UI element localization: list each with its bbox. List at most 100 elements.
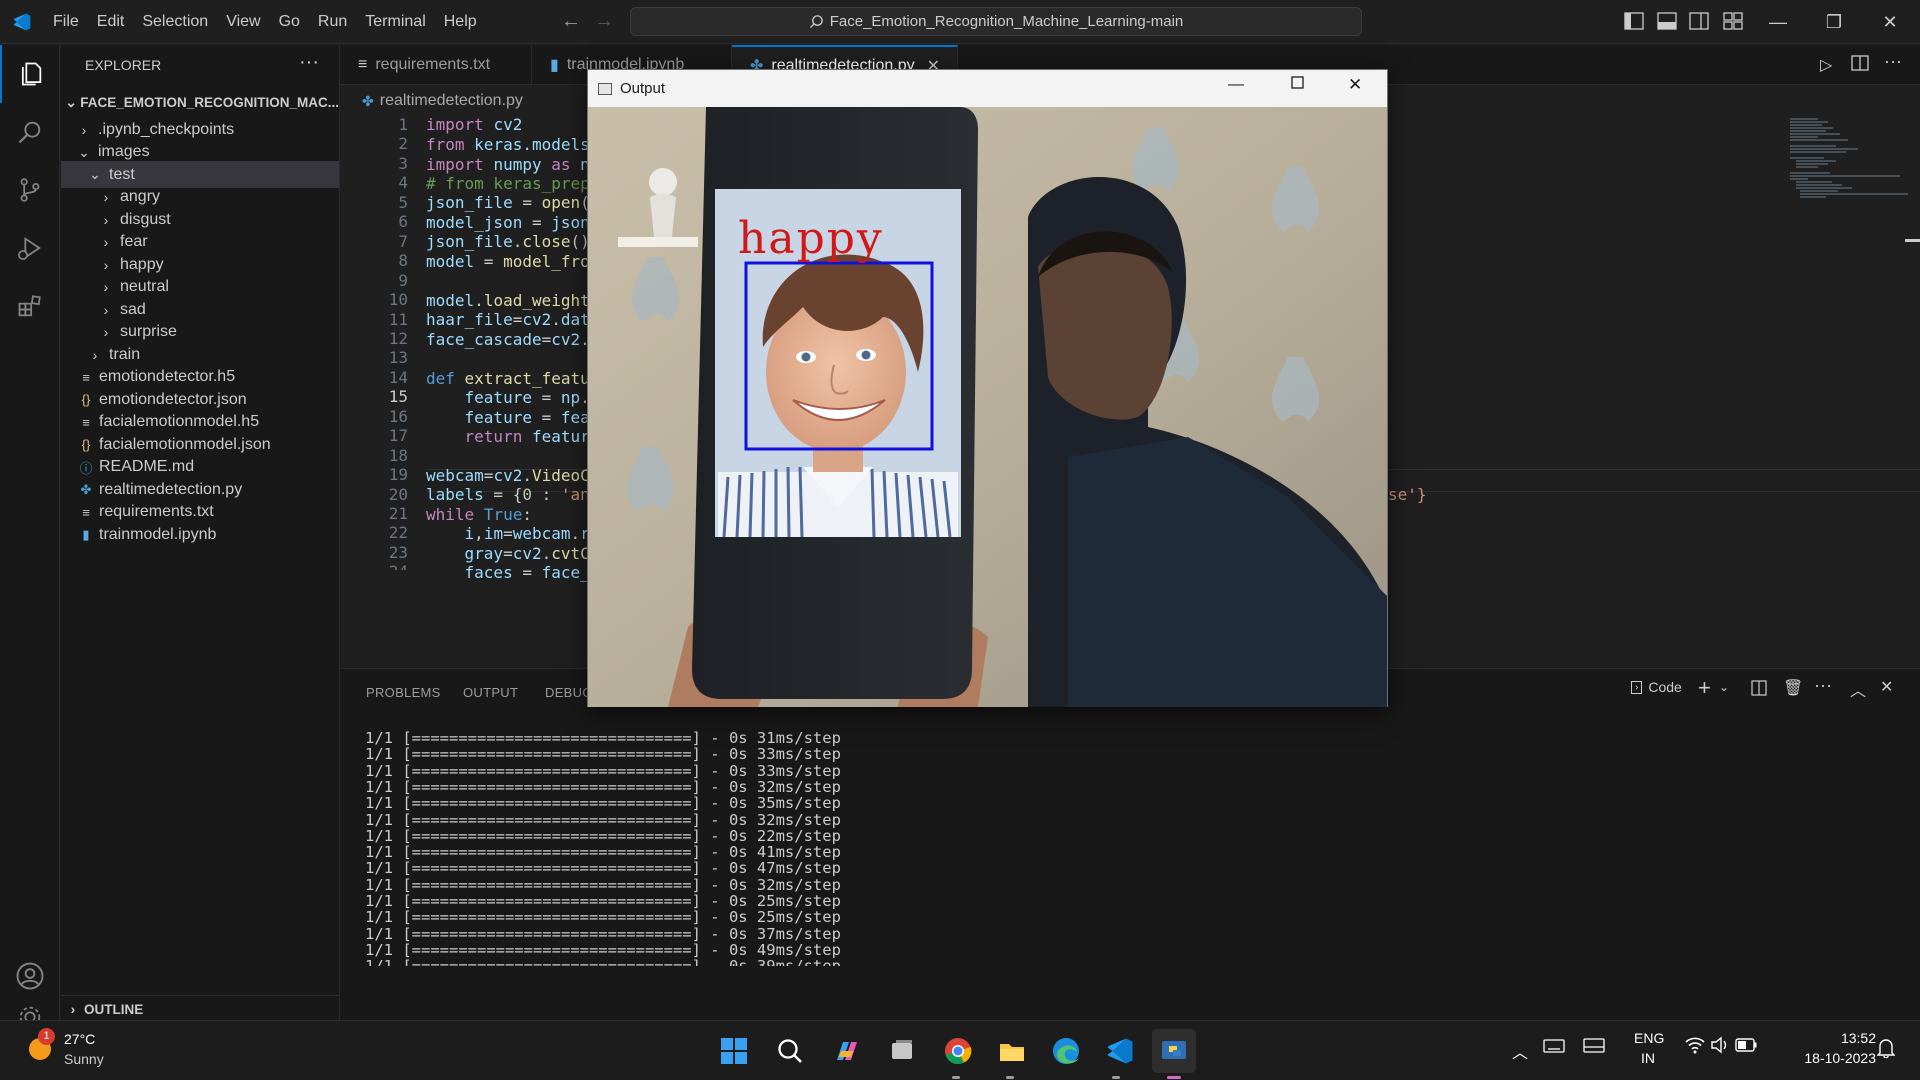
back-arrow-icon[interactable]: ← bbox=[561, 10, 581, 33]
weather-temp[interactable]: 27°C bbox=[64, 1031, 95, 1047]
chevron-right-icon[interactable]: › bbox=[98, 189, 114, 205]
outline-section[interactable]: › OUTLINE bbox=[61, 995, 339, 1022]
settings-gear-icon[interactable] bbox=[0, 1000, 60, 1020]
keyboard-icon[interactable] bbox=[1543, 1038, 1565, 1059]
run-file-icon[interactable]: ▷ bbox=[1820, 55, 1832, 75]
notification-bell-icon[interactable] bbox=[1876, 1038, 1896, 1063]
battery-icon[interactable] bbox=[1735, 1038, 1757, 1057]
code-line-10: model.load_weight bbox=[426, 291, 590, 310]
opencv-output-window[interactable]: Output — ✕ happy bbox=[587, 69, 1388, 707]
menu-help[interactable]: Help bbox=[435, 0, 486, 44]
line-number: 1 bbox=[398, 115, 408, 134]
chevron-right-icon[interactable]: › bbox=[98, 302, 114, 318]
restore-window-icon[interactable]: ❐ bbox=[1806, 0, 1862, 44]
scroll-indicator[interactable] bbox=[1905, 239, 1920, 242]
tab-debug[interactable]: DEBUG bbox=[545, 685, 593, 700]
copilot-icon[interactable] bbox=[824, 1029, 868, 1073]
terminal-selector[interactable]: › Code bbox=[1631, 679, 1682, 695]
line-number: 2 bbox=[398, 134, 408, 154]
volume-icon[interactable] bbox=[1710, 1036, 1730, 1059]
output-maximize-icon[interactable] bbox=[1291, 76, 1304, 94]
maximize-panel-icon[interactable]: ︿ bbox=[1850, 677, 1866, 701]
chevron-right-icon[interactable]: › bbox=[98, 279, 114, 295]
menu-go[interactable]: Go bbox=[270, 0, 309, 44]
output-minimize-icon[interactable]: — bbox=[1228, 76, 1244, 94]
minimap[interactable] bbox=[1788, 117, 1912, 207]
weather-desc[interactable]: Sunny bbox=[64, 1051, 104, 1067]
new-terminal-icon[interactable]: + bbox=[1698, 675, 1711, 701]
code-line-1: import cv2 bbox=[426, 115, 523, 134]
menu-view[interactable]: View bbox=[217, 0, 269, 44]
language-indicator[interactable]: ENG bbox=[1634, 1030, 1664, 1046]
tab-output[interactable]: OUTPUT bbox=[463, 685, 518, 700]
clock-time[interactable]: 13:52 bbox=[1814, 1030, 1876, 1046]
wifi-icon[interactable] bbox=[1685, 1036, 1705, 1059]
tab-problems[interactable]: PROBLEMS bbox=[366, 685, 441, 700]
panel-more-icon[interactable]: ··· bbox=[1814, 675, 1832, 696]
source-control-icon[interactable] bbox=[0, 161, 60, 219]
extensions-icon[interactable] bbox=[0, 277, 60, 335]
terminal-line: 1/1 [==============================] - 0… bbox=[365, 794, 841, 813]
python-file-icon: ✤ bbox=[80, 481, 92, 497]
code-line-6: model_json = json bbox=[426, 213, 590, 232]
command-center-search[interactable]: Face_Emotion_Recognition_Machine_Learnin… bbox=[630, 7, 1362, 36]
menu-run[interactable]: Run bbox=[309, 0, 356, 44]
chevron-down-icon[interactable]: ⌄ bbox=[1719, 680, 1729, 694]
toggle-secondary-sidebar-icon[interactable] bbox=[1689, 12, 1709, 30]
chevron-right-icon[interactable]: › bbox=[98, 212, 114, 228]
chevron-right-icon[interactable]: › bbox=[98, 257, 114, 273]
run-debug-icon[interactable] bbox=[0, 219, 60, 277]
line-number: 20 bbox=[388, 484, 408, 504]
vscode-taskbar-icon[interactable] bbox=[1098, 1029, 1142, 1073]
search-view-icon[interactable] bbox=[0, 103, 60, 161]
customize-layout-icon[interactable] bbox=[1723, 12, 1743, 30]
split-terminal-icon[interactable] bbox=[1751, 680, 1767, 701]
show-hidden-icons-icon[interactable]: ︿ bbox=[1512, 1039, 1528, 1063]
trash-icon[interactable]: 🗑 bbox=[1783, 678, 1803, 698]
tab-requirements[interactable]: ≡ requirements.txt bbox=[340, 45, 532, 85]
chevron-right-icon[interactable]: › bbox=[76, 122, 92, 138]
close-panel-icon[interactable]: ✕ bbox=[1880, 677, 1893, 697]
display-icon[interactable] bbox=[1583, 1038, 1605, 1059]
accounts-icon[interactable] bbox=[0, 947, 60, 1005]
notebook-file-icon: ▮ bbox=[550, 57, 559, 74]
output-window-titlebar[interactable]: Output — ✕ bbox=[588, 70, 1387, 107]
breadcrumb-file[interactable]: realtimedetection.py bbox=[380, 92, 523, 110]
windows-start-icon[interactable] bbox=[712, 1029, 756, 1073]
file-explorer-icon[interactable] bbox=[990, 1029, 1034, 1073]
chevron-down-icon[interactable]: ⌄ bbox=[87, 166, 103, 183]
menu-terminal[interactable]: Terminal bbox=[356, 0, 434, 44]
close-window-icon[interactable]: ✕ bbox=[1862, 0, 1918, 44]
chevron-right-icon[interactable]: › bbox=[87, 347, 103, 363]
chevron-right-icon[interactable]: › bbox=[98, 324, 114, 340]
weather-widget-icon[interactable]: 1 bbox=[24, 1028, 56, 1063]
toggle-primary-sidebar-icon[interactable] bbox=[1624, 12, 1644, 30]
task-view-icon[interactable] bbox=[880, 1029, 924, 1073]
search-icon[interactable] bbox=[768, 1029, 812, 1073]
minimize-window-icon[interactable]: — bbox=[1750, 0, 1806, 44]
explorer-root-folder[interactable]: ⌄ FACE_EMOTION_RECOGNITION_MAC... bbox=[61, 89, 339, 116]
line-number: 14 bbox=[388, 367, 408, 387]
menu-selection[interactable]: Selection bbox=[133, 0, 217, 44]
explorer-icon[interactable] bbox=[0, 45, 60, 103]
menu-file[interactable]: File bbox=[44, 0, 88, 44]
chrome-icon[interactable] bbox=[936, 1029, 980, 1073]
output-close-icon[interactable]: ✕ bbox=[1348, 75, 1362, 95]
forward-arrow-icon[interactable]: → bbox=[594, 10, 614, 33]
clock-date[interactable]: 18-10-2023 bbox=[1782, 1050, 1876, 1066]
menu-edit[interactable]: Edit bbox=[88, 0, 134, 44]
region-indicator[interactable]: IN bbox=[1641, 1050, 1655, 1066]
python-taskbar-icon[interactable] bbox=[1152, 1029, 1196, 1073]
chevron-right-icon[interactable]: › bbox=[98, 234, 114, 250]
tree-item-trainmodel-ipynb[interactable]: ▮ trainmodel.ipynb bbox=[61, 521, 339, 548]
toggle-panel-icon[interactable] bbox=[1657, 12, 1677, 30]
chevron-down-icon[interactable]: ⌄ bbox=[76, 144, 92, 161]
split-editor-icon[interactable] bbox=[1851, 54, 1869, 77]
more-actions-icon[interactable]: ··· bbox=[299, 51, 319, 74]
tree-item-label: train bbox=[109, 345, 141, 363]
explorer-sidebar: EXPLORER ··· ⌄ FACE_EMOTION_RECOGNITION_… bbox=[61, 45, 340, 1020]
editor-more-icon[interactable]: ··· bbox=[1884, 51, 1902, 72]
edge-icon[interactable] bbox=[1044, 1029, 1088, 1073]
weather-badge: 1 bbox=[38, 1028, 55, 1045]
tree-item-label: .ipynb_checkpoints bbox=[98, 120, 235, 138]
